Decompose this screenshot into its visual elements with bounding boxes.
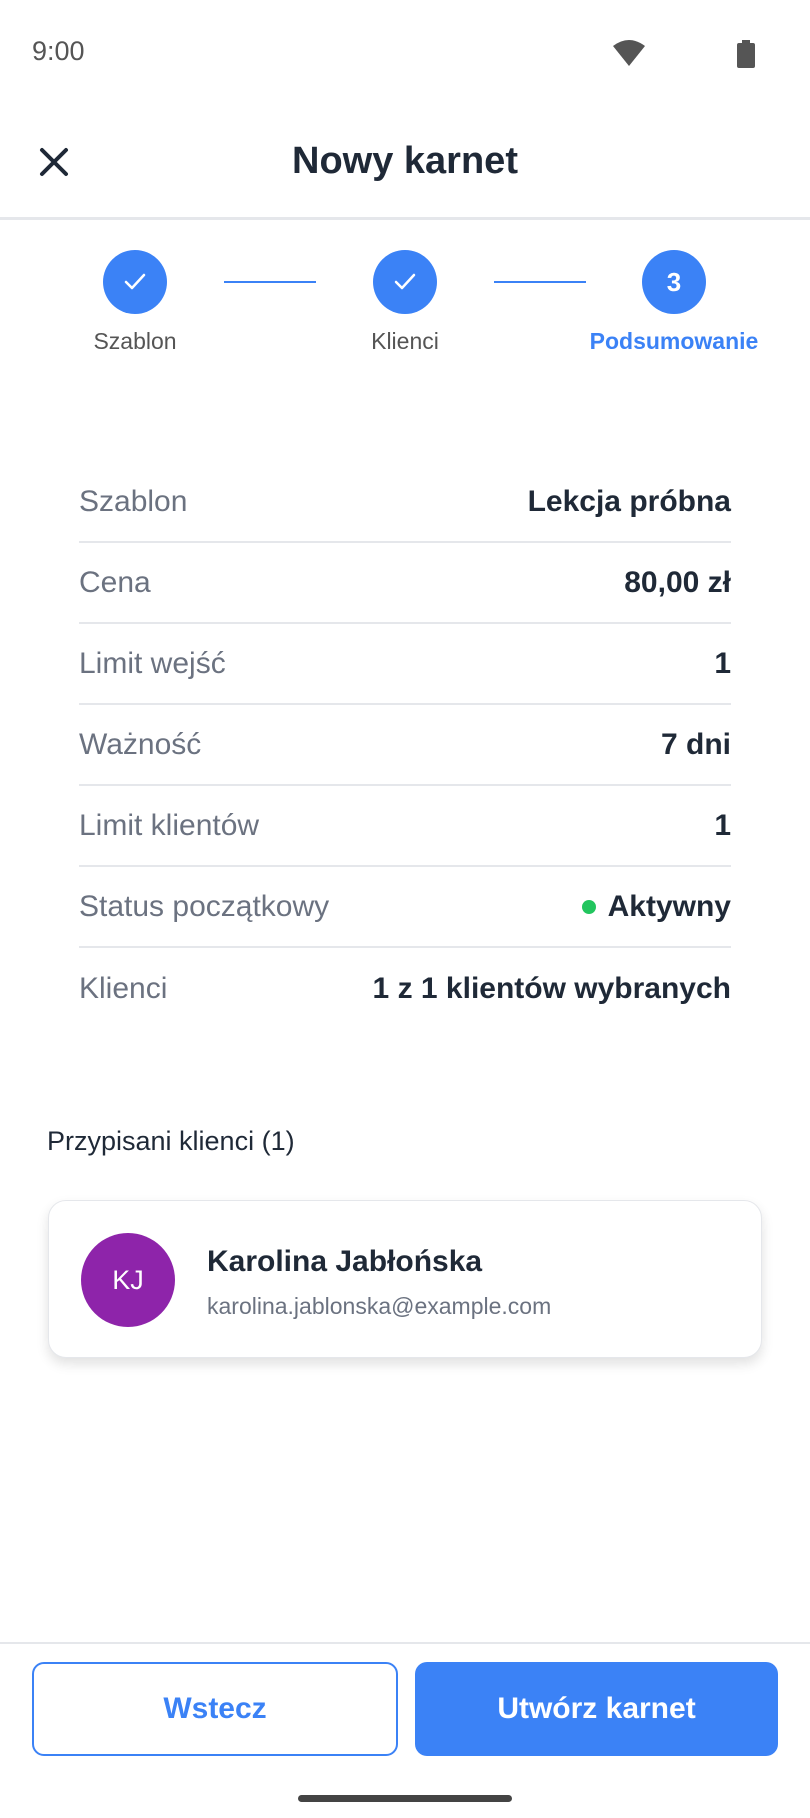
row-label: Limit klientów: [79, 808, 260, 842]
check-icon: [394, 273, 416, 290]
summary-row-price: Cena 80,00 zł: [79, 543, 731, 624]
top-app-bar: Nowy karnet: [0, 104, 810, 220]
row-value: 80,00 zł: [624, 565, 731, 599]
row-value: 7 dni: [660, 727, 731, 761]
client-name: Karolina Jabłońska: [207, 1245, 483, 1278]
summary-row-entry-limit: Limit wejść 1: [79, 624, 731, 705]
row-label: Status początkowy: [79, 889, 330, 923]
row-value: 1: [714, 646, 731, 680]
summary-row-template: Szablon Lekcja próbna: [79, 462, 731, 543]
row-label: Cena: [79, 565, 151, 599]
avatar: KJ: [81, 1233, 175, 1327]
status-badge: Aktywny: [581, 889, 731, 924]
step-summary[interactable]: 3 Podsumowanie: [574, 250, 774, 355]
row-label: Limit wejść: [79, 646, 226, 680]
row-label: Szablon: [79, 484, 188, 518]
status-dot-icon: [581, 899, 596, 914]
back-button[interactable]: Wstecz: [32, 1662, 398, 1756]
step-label: Klienci: [371, 328, 439, 354]
step-template[interactable]: Szablon: [35, 250, 235, 355]
row-label: Klienci: [79, 971, 168, 1005]
home-indicator[interactable]: [298, 1795, 512, 1802]
step-connector: [224, 281, 316, 283]
assigned-clients-heading: Przypisani klienci (1): [47, 1126, 295, 1156]
step-label: Szablon: [93, 328, 177, 354]
create-pass-button[interactable]: Utwórz karnet: [415, 1662, 778, 1756]
bottom-action-bar: Wstecz Utwórz karnet: [0, 1642, 810, 1818]
wifi-icon: [613, 40, 645, 66]
status-bar: 9:00: [0, 0, 810, 104]
step-circle: 3: [642, 250, 706, 314]
check-icon: [124, 273, 146, 290]
battery-icon: [737, 40, 755, 68]
step-clients[interactable]: Klienci: [305, 250, 505, 355]
step-circle: [103, 250, 167, 314]
summary-row-validity: Ważność 7 dni: [79, 705, 731, 786]
summary-list: Szablon Lekcja próbna Cena 80,00 zł Limi…: [79, 462, 731, 1029]
step-connector: [494, 281, 586, 283]
row-value: 1: [714, 808, 731, 842]
step-label: Podsumowanie: [589, 328, 759, 354]
summary-row-initial-status: Status początkowy Aktywny: [79, 867, 731, 948]
client-card[interactable]: KJ Karolina Jabłońska karolina.jablonska…: [48, 1200, 762, 1358]
summary-row-clients: Klienci 1 z 1 klientów wybranych: [79, 948, 731, 1029]
status-text: Aktywny: [607, 889, 731, 923]
stepper: Szablon Klienci 3 Podsumowanie: [0, 250, 810, 360]
row-value: Lekcja próbna: [527, 484, 731, 518]
summary-row-client-limit: Limit klientów 1: [79, 786, 731, 867]
client-email: karolina.jablonska@example.com: [207, 1293, 552, 1319]
row-value: 1 z 1 klientów wybranych: [372, 971, 731, 1005]
status-time: 9:00: [32, 36, 85, 66]
step-circle: [373, 250, 437, 314]
page-title: Nowy karnet: [292, 140, 518, 182]
row-label: Ważność: [79, 727, 202, 761]
